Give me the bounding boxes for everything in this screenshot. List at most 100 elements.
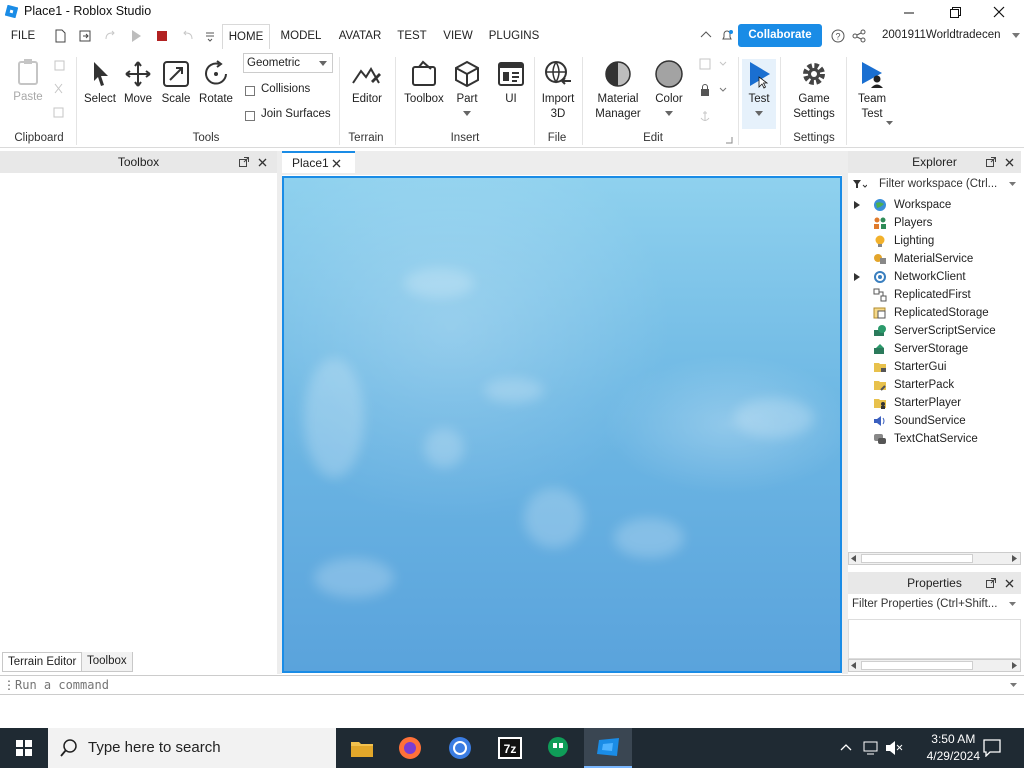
chevron-up-icon[interactable] bbox=[840, 743, 852, 751]
roblox-studio-taskbar-button[interactable] bbox=[584, 728, 632, 768]
undock-button[interactable] bbox=[983, 572, 999, 594]
team-test-button[interactable]: Team Test bbox=[852, 59, 892, 122]
chevron-down-icon[interactable] bbox=[1010, 683, 1017, 687]
document-tab-place1[interactable]: Place1 bbox=[282, 151, 355, 173]
start-button[interactable] bbox=[0, 728, 48, 768]
play-icon[interactable] bbox=[128, 28, 144, 44]
redo-disabled-icon[interactable] bbox=[102, 28, 118, 44]
3d-viewport[interactable] bbox=[282, 176, 842, 673]
join-surfaces-checkbox[interactable] bbox=[245, 111, 255, 121]
explorer-item-startergui[interactable]: StarterGui bbox=[848, 358, 1018, 376]
explorer-item-materialservice[interactable]: MaterialService bbox=[848, 250, 1018, 268]
7zip-taskbar-button[interactable]: 7z bbox=[486, 728, 534, 768]
help-icon[interactable]: ? bbox=[830, 28, 846, 44]
tab-terrain-editor[interactable]: Terrain Editor bbox=[2, 652, 83, 672]
game-settings-button[interactable]: Game Settings bbox=[786, 59, 842, 122]
rotate-button[interactable]: Rotate bbox=[196, 59, 236, 107]
scroll-right-icon[interactable] bbox=[1012, 662, 1018, 669]
explorer-hscrollbar[interactable] bbox=[848, 552, 1021, 565]
expand-arrow-icon[interactable] bbox=[854, 273, 860, 281]
tab-toolbox[interactable]: Toolbox bbox=[81, 652, 133, 672]
expand-arrow-icon[interactable] bbox=[854, 201, 860, 209]
cut-icon[interactable] bbox=[52, 82, 66, 96]
firefox-taskbar-button[interactable] bbox=[386, 728, 434, 768]
close-properties-button[interactable] bbox=[1001, 572, 1017, 594]
explorer-item-soundservice[interactable]: SoundService bbox=[848, 412, 1018, 430]
explorer-item-workspace[interactable]: Workspace bbox=[848, 196, 1018, 214]
notification-bell-icon[interactable] bbox=[719, 28, 735, 44]
collaborate-button[interactable]: Collaborate bbox=[738, 24, 822, 47]
customize-qa-icon[interactable] bbox=[202, 28, 218, 44]
username-label[interactable]: 2001911Worldtradecen bbox=[882, 29, 1001, 41]
tab-model[interactable]: MODEL bbox=[278, 24, 324, 49]
explorer-item-starterplayer[interactable]: StarterPlayer bbox=[848, 394, 1018, 412]
tab-view[interactable]: VIEW bbox=[440, 24, 476, 49]
network-icon[interactable] bbox=[862, 740, 880, 756]
color-button[interactable]: Color bbox=[650, 59, 688, 119]
share-icon[interactable] bbox=[851, 28, 867, 44]
maximize-button[interactable] bbox=[932, 0, 978, 24]
close-icon[interactable] bbox=[332, 159, 341, 168]
explorer-item-serverstorage[interactable]: ServerStorage bbox=[848, 340, 1018, 358]
part-button[interactable]: Part bbox=[450, 59, 484, 119]
scroll-right-icon[interactable] bbox=[1012, 555, 1018, 562]
explorer-item-starterpack[interactable]: StarterPack bbox=[848, 376, 1018, 394]
explorer-item-networkclient[interactable]: NetworkClient bbox=[848, 268, 1018, 286]
chevron-down-icon[interactable] bbox=[886, 121, 893, 126]
terrain-editor-button[interactable]: Editor bbox=[345, 59, 389, 107]
chevron-down-icon[interactable] bbox=[1012, 33, 1020, 39]
test-button[interactable]: Test bbox=[742, 59, 776, 129]
tab-plugins[interactable]: PLUGINS bbox=[486, 24, 542, 49]
collisions-checkbox[interactable] bbox=[245, 86, 255, 96]
tab-home[interactable]: HOME bbox=[222, 24, 270, 49]
notifications-icon[interactable] bbox=[983, 739, 1001, 757]
import-3d-button[interactable]: Import 3D bbox=[537, 59, 579, 122]
chrome-taskbar-button[interactable] bbox=[436, 728, 484, 768]
tab-avatar[interactable]: AVATAR bbox=[334, 24, 386, 49]
scroll-left-icon[interactable] bbox=[851, 555, 857, 562]
move-button[interactable]: Move bbox=[120, 59, 156, 107]
close-explorer-button[interactable] bbox=[1001, 151, 1017, 173]
explorer-item-replicatedfirst[interactable]: ReplicatedFirst bbox=[848, 286, 1018, 304]
material-manager-button[interactable]: Material Manager bbox=[590, 59, 646, 122]
copy-icon[interactable] bbox=[52, 58, 66, 72]
transform-mode-dropdown[interactable]: Geometric bbox=[243, 53, 333, 73]
taskbar-clock[interactable]: 3:50 AM 4/29/2024 bbox=[927, 731, 980, 765]
stop-icon[interactable] bbox=[154, 28, 170, 44]
explorer-item-players[interactable]: Players bbox=[848, 214, 1018, 232]
undock-button[interactable] bbox=[983, 151, 999, 173]
tab-test[interactable]: TEST bbox=[394, 24, 430, 49]
scrollbar-thumb[interactable] bbox=[861, 661, 973, 670]
close-window-button[interactable] bbox=[976, 0, 1022, 24]
explorer-item-replicatedstorage[interactable]: ReplicatedStorage bbox=[848, 304, 1018, 322]
select-button[interactable]: Select bbox=[82, 59, 118, 107]
explorer-item-serverscriptservice[interactable]: ServerScriptService bbox=[848, 322, 1018, 340]
toolbox-button[interactable]: Toolbox bbox=[400, 59, 448, 107]
explorer-filter-input[interactable]: Filter workspace (Ctrl... bbox=[848, 174, 1021, 194]
duplicate-icon[interactable] bbox=[52, 106, 66, 120]
explorer-item-lighting[interactable]: Lighting bbox=[848, 232, 1018, 250]
ui-button[interactable]: UI bbox=[494, 59, 528, 107]
volume-muted-icon[interactable] bbox=[885, 740, 903, 756]
taskbar-search-box[interactable]: Type here to search bbox=[48, 728, 336, 768]
lock-icon[interactable] bbox=[698, 83, 728, 97]
undock-button[interactable] bbox=[236, 151, 252, 173]
close-toolbox-button[interactable] bbox=[254, 151, 270, 173]
new-file-icon[interactable] bbox=[52, 28, 68, 44]
scrollbar-thumb[interactable] bbox=[861, 554, 973, 563]
command-input[interactable] bbox=[15, 678, 995, 692]
paste-button[interactable]: Paste bbox=[8, 57, 48, 105]
scale-button[interactable]: Scale bbox=[158, 59, 194, 107]
explorer-item-textchatservice[interactable]: TextChatService bbox=[848, 430, 1018, 448]
publish-icon[interactable] bbox=[77, 28, 93, 44]
group-disabled-icon[interactable] bbox=[698, 57, 728, 71]
properties-hscrollbar[interactable] bbox=[848, 659, 1021, 672]
scroll-left-icon[interactable] bbox=[851, 662, 857, 669]
expand-group-icon[interactable] bbox=[726, 137, 733, 144]
undo-icon[interactable] bbox=[180, 28, 196, 44]
properties-filter-input[interactable]: Filter Properties (Ctrl+Shift... bbox=[848, 594, 1021, 614]
minimize-button[interactable] bbox=[886, 0, 932, 24]
anchor-icon[interactable] bbox=[698, 109, 712, 123]
home-icon[interactable] bbox=[698, 28, 714, 44]
hangouts-taskbar-button[interactable] bbox=[534, 728, 582, 768]
